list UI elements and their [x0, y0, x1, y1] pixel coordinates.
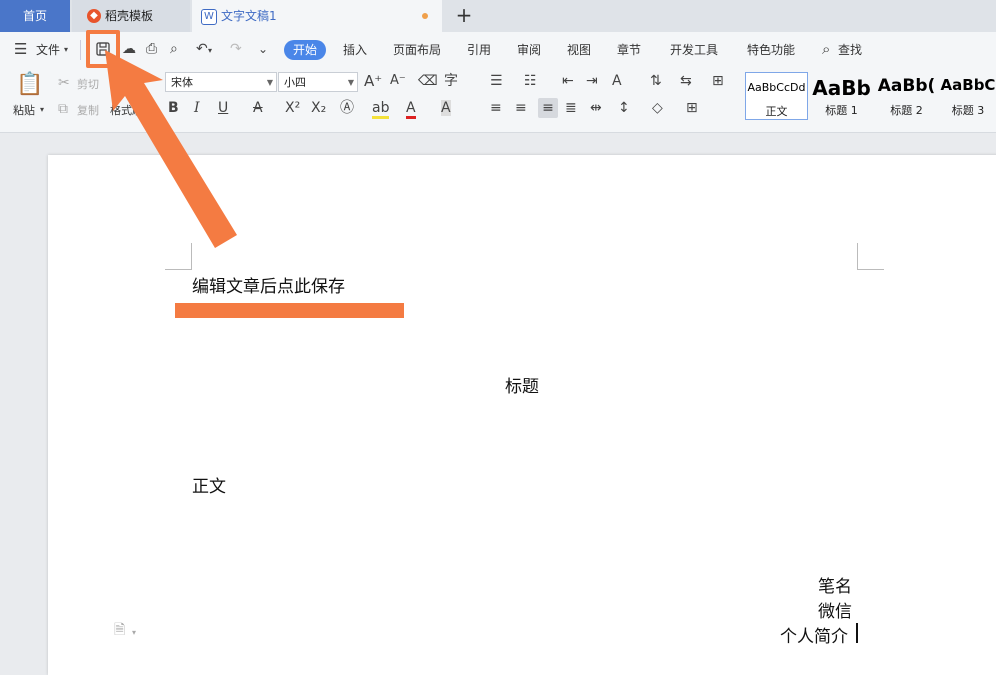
font-color-icon[interactable]: A [406, 100, 416, 119]
style-preview: AaBbC [940, 76, 996, 94]
search-icon[interactable]: ⌕ [822, 41, 830, 57]
style-preview: AaBb( [877, 76, 936, 96]
style-name: 标题 3 [951, 104, 985, 117]
annotation-note-text[interactable]: 编辑文章后点此保存 [192, 272, 345, 297]
tab-view[interactable]: 视图 [567, 40, 591, 60]
superscript-icon[interactable]: X² [285, 100, 300, 116]
style-preview: AaBbCcDd [747, 81, 806, 94]
chevron-down-icon[interactable]: ▾ [132, 625, 136, 641]
line-spacing-icon[interactable]: ↕ [618, 100, 630, 116]
show-marks-icon[interactable]: ⇆ [680, 73, 692, 89]
divider [80, 40, 81, 60]
distributed-icon[interactable]: ⇹ [590, 100, 602, 116]
style-heading-2[interactable]: AaBb( 标题 2 [875, 72, 938, 120]
margin-mark [857, 243, 884, 270]
clear-format-icon[interactable]: ⌫ [418, 73, 438, 89]
hamburger-menu-icon[interactable]: ☰ [14, 41, 27, 57]
shrink-font-icon[interactable]: A⁻ [390, 73, 406, 89]
new-tab-button[interactable]: + [452, 0, 476, 32]
annotation-underline [175, 303, 404, 318]
tab-special-features[interactable]: 特色功能 [747, 40, 795, 60]
window-tab-bar: 首页 ◆ 稻壳模板 W 文字文稿1 + [0, 0, 996, 32]
tab-chapter[interactable]: 章节 [617, 40, 641, 60]
table-icon[interactable]: ⊞ [712, 73, 724, 89]
sort-icon[interactable]: ⇅ [650, 73, 662, 89]
tab-developer-tools[interactable]: 开发工具 [670, 40, 718, 60]
unsaved-dot-icon [422, 13, 428, 19]
file-menu[interactable]: 文件 [36, 40, 60, 60]
tab-templates-label: 稻壳模板 [105, 9, 154, 23]
paste-button[interactable]: 粘贴 [13, 102, 35, 118]
highlight-icon[interactable]: ab [372, 100, 390, 119]
wechat-text[interactable]: 微信 [818, 597, 852, 622]
font-size-value: 小四 [284, 76, 306, 89]
text-effect-icon[interactable]: Ⓐ [340, 100, 354, 116]
tab-review[interactable]: 审阅 [517, 40, 541, 60]
tab-references[interactable]: 引用 [467, 40, 491, 60]
tab-templates[interactable]: ◆ 稻壳模板 [72, 0, 190, 32]
justify-icon[interactable]: ≣ [565, 100, 577, 116]
style-heading-3[interactable]: AaBbC 标题 3 [940, 72, 996, 120]
decrease-indent-icon[interactable]: ⇤ [562, 73, 574, 89]
paste-icon[interactable]: 📋 [16, 73, 43, 97]
annotation-arrow-icon [105, 50, 237, 248]
style-normal[interactable]: AaBbCcDd 正文 [745, 72, 808, 120]
align-right-icon[interactable]: ≡ [538, 98, 558, 118]
chevron-down-icon[interactable]: ▾ [40, 102, 44, 118]
style-name: 正文 [765, 105, 788, 118]
align-left-icon[interactable]: ≡ [490, 100, 502, 116]
increase-indent-icon[interactable]: ⇥ [586, 73, 598, 89]
docer-logo-icon: ◆ [87, 9, 101, 23]
page-options-icon[interactable]: 🗎 [114, 622, 125, 638]
tab-home[interactable]: 首页 [0, 0, 70, 32]
chevron-down-icon: ▼ [266, 78, 273, 87]
writer-doc-icon: W [201, 9, 217, 25]
align-center-icon[interactable]: ≡ [515, 100, 527, 116]
bio-text[interactable]: 个人简介 [780, 622, 848, 647]
customize-toolbar-icon[interactable]: ⌄ [258, 41, 268, 57]
numbered-list-icon[interactable]: ☷ [524, 73, 537, 89]
cut-icon[interactable]: ✂ [58, 75, 70, 91]
style-preview: AaBb [812, 76, 871, 100]
tab-insert[interactable]: 插入 [343, 40, 367, 60]
tab-document-label: 文字文稿1 [221, 9, 277, 23]
subscript-icon[interactable]: X₂ [311, 100, 326, 116]
document-body[interactable]: 正文 [192, 472, 226, 497]
style-heading-1[interactable]: AaBb 标题 1 [810, 72, 873, 120]
search-button[interactable]: 查找 [838, 40, 862, 60]
document-title[interactable]: 标题 [505, 372, 539, 397]
chevron-down-icon: ▼ [347, 78, 354, 87]
style-name: 标题 1 [825, 104, 858, 117]
text-direction-icon[interactable]: A [612, 73, 622, 89]
shading-icon[interactable]: ◇ [652, 100, 663, 116]
text-cursor [856, 623, 858, 643]
borders-icon[interactable]: ⊞ [686, 100, 698, 116]
pen-name-text[interactable]: 笔名 [818, 572, 852, 597]
style-name: 标题 2 [890, 104, 923, 117]
font-size-select[interactable]: 小四 ▼ [278, 72, 358, 92]
tab-document[interactable]: W 文字文稿1 [192, 0, 442, 32]
char-shading-icon[interactable]: A [441, 100, 451, 116]
copy-icon[interactable]: ⧉ [58, 101, 68, 117]
bullet-list-icon[interactable]: ☰ [490, 73, 503, 89]
tab-start[interactable]: 开始 [284, 40, 327, 60]
chevron-down-icon[interactable]: ▾ [64, 42, 68, 58]
grow-font-icon[interactable]: A⁺ [364, 73, 382, 89]
phonetic-guide-icon[interactable]: 字 [444, 73, 458, 89]
tab-page-layout[interactable]: 页面布局 [393, 40, 441, 60]
